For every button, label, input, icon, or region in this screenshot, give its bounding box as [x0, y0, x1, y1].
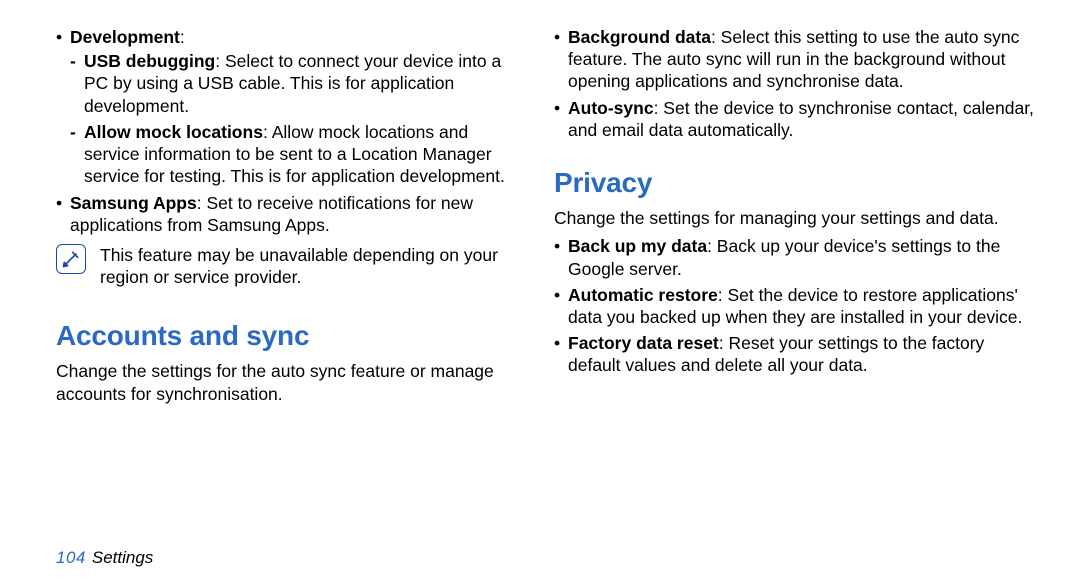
usb-debugging-item: USB debugging: Select to connect your de…: [70, 50, 524, 117]
sync-list: Background data: Select this setting to …: [554, 26, 1040, 145]
footer-label: Settings: [92, 548, 153, 568]
footer: 104 Settings: [56, 548, 153, 568]
backup-item: Back up my data: Back up your device's s…: [554, 235, 1040, 279]
restore-term: Automatic restore: [568, 285, 718, 305]
accounts-sync-intro: Change the settings for the auto sync fe…: [56, 360, 524, 404]
mock-locations-term: Allow mock locations: [84, 122, 263, 142]
right-column: Background data: Select this setting to …: [548, 26, 1040, 568]
development-heading: Development: [70, 27, 180, 47]
reset-item: Factory data reset: Reset your settings …: [554, 332, 1040, 376]
samsung-apps-item: Samsung Apps: Set to receive notificatio…: [56, 192, 524, 236]
samsung-apps-term: Samsung Apps: [70, 193, 197, 213]
note-icon: [56, 244, 86, 274]
page-body: Development: USB debugging: Select to co…: [0, 0, 1080, 586]
reset-term: Factory data reset: [568, 333, 719, 353]
note-text: This feature may be unavailable dependin…: [100, 244, 524, 288]
page-number: 104: [56, 548, 86, 568]
privacy-intro: Change the settings for managing your se…: [554, 207, 1040, 229]
mock-locations-item: Allow mock locations: Allow mock locatio…: [70, 121, 524, 188]
restore-item: Automatic restore: Set the device to res…: [554, 284, 1040, 328]
privacy-heading: Privacy: [554, 167, 1040, 199]
usb-debugging-term: USB debugging: [84, 51, 215, 71]
backup-term: Back up my data: [568, 236, 707, 256]
accounts-sync-heading: Accounts and sync: [56, 320, 524, 352]
auto-sync-item: Auto-sync: Set the device to synchronise…: [554, 97, 1040, 141]
privacy-list: Back up my data: Back up your device's s…: [554, 235, 1040, 380]
background-data-item: Background data: Select this setting to …: [554, 26, 1040, 93]
dev-sublist: USB debugging: Select to connect your de…: [70, 50, 524, 187]
dev-list: Development: USB debugging: Select to co…: [56, 26, 524, 240]
dev-item: Development: USB debugging: Select to co…: [56, 26, 524, 188]
auto-sync-term: Auto-sync: [568, 98, 654, 118]
note-row: This feature may be unavailable dependin…: [56, 244, 524, 288]
left-column: Development: USB debugging: Select to co…: [56, 26, 548, 568]
background-data-term: Background data: [568, 27, 711, 47]
